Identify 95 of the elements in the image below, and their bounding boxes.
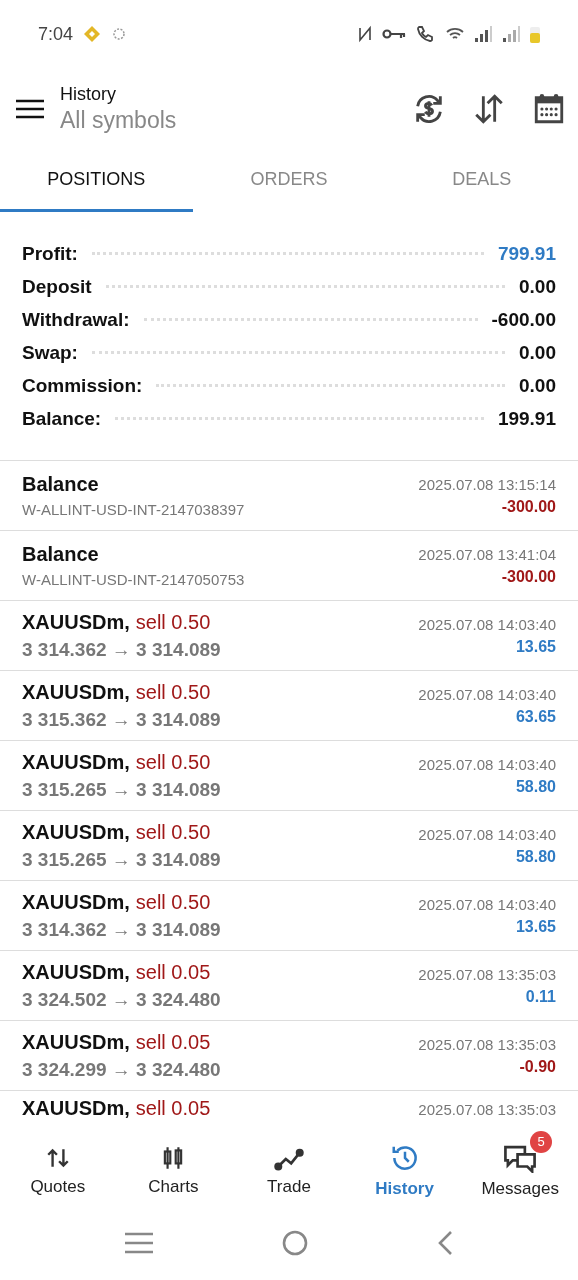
symbol-name: XAUUSDm,	[22, 750, 130, 773]
profit-amount: 58.80	[514, 847, 556, 866]
history-row[interactable]: XAUUSDm, sell 0.50 3 314.362 → 3 314.089 2025.07.08 14:03:40 13.65	[0, 881, 578, 951]
battery-icon	[530, 25, 540, 43]
tab[interactable]: DEALS	[385, 150, 578, 212]
profit-amount: -300.00	[500, 567, 556, 586]
sort-icon	[472, 92, 506, 126]
history-row[interactable]: Balance W-ALLINT-USD-INT-2147038397 2025.07.08 13:15:14 -300.00	[0, 461, 578, 531]
entry-time: 2025.07.08 14:03:40	[418, 825, 556, 843]
trade-side: sell 0.05	[135, 960, 211, 983]
nfc-icon	[358, 25, 372, 43]
history-row[interactable]: XAUUSDm, sell 0.05 3 324.299 → 3 324.480 2025.07.08 13:35:03 -0.90	[0, 1021, 578, 1091]
menu-button[interactable]	[16, 99, 44, 119]
history-row[interactable]: XAUUSDm, sell 0.50 3 315.265 → 3 314.089 2025.07.08 14:03:40 58.80	[0, 811, 578, 881]
nav-tab[interactable]: Quotes	[0, 1132, 116, 1201]
symbol-name: XAUUSDm,	[22, 820, 130, 843]
key-icon	[382, 27, 406, 41]
symbol-filter[interactable]: All symbols	[60, 107, 386, 134]
tab[interactable]: ORDERS	[192, 150, 386, 212]
nav-tab[interactable]: History	[346, 1130, 463, 1203]
summary-value: 799.91	[497, 242, 556, 265]
price-range: 3 315.265 → 3 314.089	[22, 778, 221, 801]
entry-time: 2025.07.08 13:35:03	[418, 965, 556, 983]
profit-amount: -300.00	[500, 497, 556, 516]
summary-value: 0.00	[519, 341, 556, 364]
trade-side: sell 0.05	[135, 1097, 211, 1118]
signal-icon	[502, 26, 520, 42]
calendar-icon	[532, 92, 566, 126]
price-range: 3 315.265 → 3 314.089	[22, 848, 221, 871]
entry-time: 2025.07.08 13:15:14	[418, 475, 556, 493]
entry-type: Balance	[22, 543, 99, 565]
price-range: 3 314.362 → 3 314.089	[22, 918, 221, 941]
entry-time: 2025.07.08 13:35:03	[418, 1035, 556, 1053]
summary-label: Profit:	[22, 242, 78, 265]
trade-side: sell 0.50	[135, 680, 211, 703]
summary-value: 0.00	[519, 275, 556, 298]
nav-tab[interactable]: Trade	[231, 1132, 347, 1201]
entry-time: 2025.07.08 13:41:04	[418, 545, 556, 563]
menu-icon	[16, 99, 44, 119]
symbol-name: XAUUSDm,	[22, 1030, 130, 1053]
history-row[interactable]: XAUUSDm, sell 0.50 3 314.362 → 3 314.089 2025.07.08 14:03:40 13.65	[0, 601, 578, 671]
profit-amount: 13.65	[514, 917, 556, 936]
back-icon[interactable]	[437, 1229, 454, 1256]
symbol-name: XAUUSDm,	[22, 1097, 130, 1118]
trade-side: sell 0.50	[135, 820, 211, 843]
summary-label: Balance:	[22, 407, 102, 430]
sort-button[interactable]	[472, 92, 506, 126]
calendar-button[interactable]	[532, 92, 566, 126]
status-time: 7:04	[38, 23, 74, 45]
entry-time: 2025.07.08 14:03:40	[418, 615, 556, 633]
symbol-name: XAUUSDm,	[22, 610, 130, 633]
diamond-icon	[83, 25, 102, 43]
summary-label: Swap:	[22, 341, 78, 364]
screen-title: History	[60, 84, 117, 105]
trade-side: sell 0.50	[135, 890, 211, 913]
profit-amount: 13.65	[514, 637, 556, 656]
trade-side: sell 0.50	[135, 750, 211, 773]
price-range: 3 315.362 → 3 314.089	[22, 708, 221, 731]
price-range: 3 324.299 → 3 324.480	[22, 1058, 221, 1081]
entry-time: 2025.07.08 13:35:03	[418, 1101, 556, 1118]
entry-type: Balance	[22, 473, 99, 495]
profit-amount: 58.80	[514, 777, 556, 796]
history-row[interactable]: XAUUSDm, sell 0.50 3 315.265 → 3 314.089 2025.07.08 14:03:40 58.80	[0, 741, 578, 811]
entry-time: 2025.07.08 14:03:40	[418, 755, 556, 773]
trade-side: sell 0.05	[135, 1030, 211, 1053]
entry-time: 2025.07.08 14:03:40	[418, 895, 556, 913]
summary-value: 199.91	[497, 407, 556, 430]
home-icon[interactable]	[282, 1229, 308, 1256]
history-row[interactable]: XAUUSDm, sell 0.05 3 324.502 → 3 324.480 2025.07.08 13:35:03 0.11	[0, 951, 578, 1021]
history-row[interactable]: XAUUSDm, sell 0.50 3 315.362 → 3 314.089 2025.07.08 14:03:40 63.65	[0, 671, 578, 741]
trade-side: sell 0.50	[135, 610, 211, 633]
price-range: 3 314.362 → 3 314.089	[22, 638, 221, 661]
nav-tab[interactable]: Charts	[115, 1132, 232, 1201]
summary-value: -600.00	[491, 308, 556, 331]
symbol-name: XAUUSDm,	[22, 960, 130, 983]
unread-badge: 5	[530, 1130, 553, 1153]
profit-amount: 63.65	[514, 707, 556, 726]
profit-amount: 0.11	[524, 987, 556, 1006]
symbol-name: XAUUSDm,	[22, 890, 130, 913]
summary-label: Commission:	[22, 374, 143, 397]
summary-label: Deposit	[22, 275, 92, 298]
signal-icon	[474, 26, 492, 42]
entry-comment: W-ALLINT-USD-INT-2147050753	[22, 571, 245, 588]
summary-label: Withdrawal:	[22, 308, 130, 331]
wifi-icon	[446, 26, 464, 42]
recents-icon[interactable]	[124, 1231, 153, 1254]
price-range: 3 324.502 → 3 324.480	[22, 988, 221, 1011]
history-row[interactable]: Balance W-ALLINT-USD-INT-2147050753 2025.07.08 13:41:04 -300.00	[0, 531, 578, 601]
entry-comment: W-ALLINT-USD-INT-2147038397	[22, 501, 245, 518]
symbol-name: XAUUSDm,	[22, 680, 130, 703]
summary-value: 0.00	[519, 374, 556, 397]
nav-tab[interactable]: 5 Messages	[462, 1130, 578, 1203]
entry-time: 2025.07.08 14:03:40	[418, 685, 556, 703]
tab[interactable]: POSITIONS	[0, 150, 193, 212]
profit-amount: -0.90	[518, 1057, 556, 1076]
